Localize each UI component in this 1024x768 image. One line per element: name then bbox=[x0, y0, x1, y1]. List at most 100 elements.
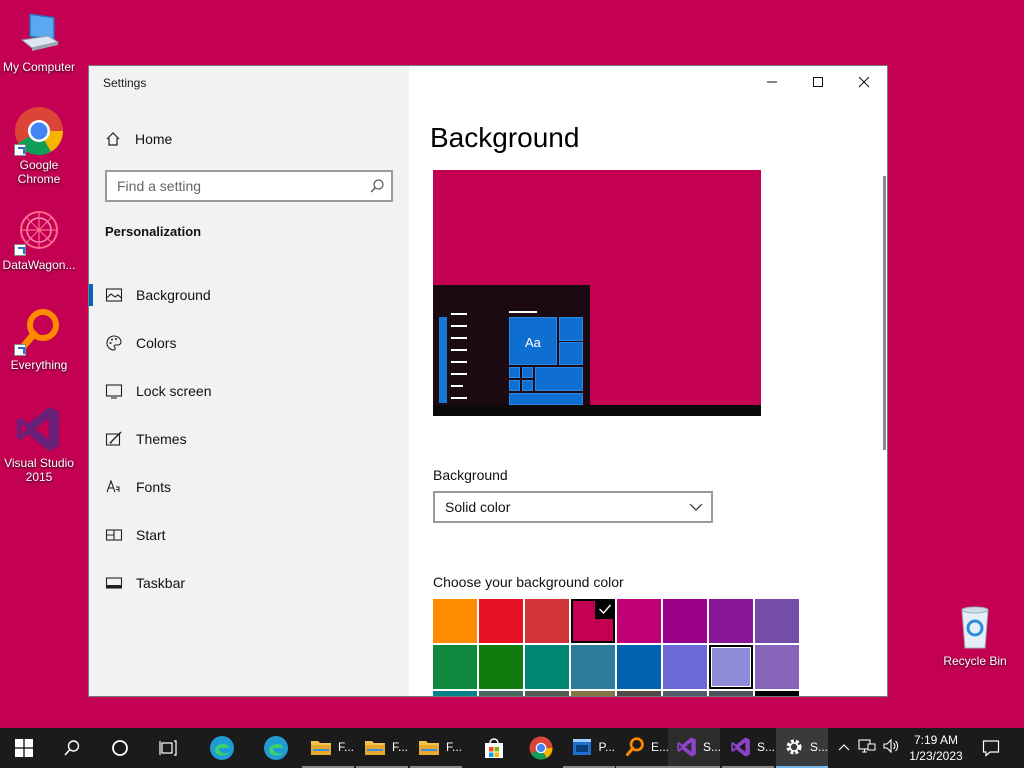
color-swatch[interactable] bbox=[663, 599, 707, 643]
desktop-icon-datawagon[interactable]: DataWagon... bbox=[0, 206, 78, 272]
cortana-icon bbox=[112, 740, 128, 756]
visual-studio-icon bbox=[14, 404, 64, 454]
color-swatch[interactable] bbox=[525, 691, 569, 696]
preview-tile bbox=[559, 342, 583, 365]
sidebar-item-themes[interactable]: Themes bbox=[89, 415, 409, 463]
taskbar-chrome[interactable] bbox=[517, 728, 565, 768]
preview-line bbox=[451, 313, 467, 315]
notification-icon bbox=[982, 740, 1000, 757]
taskbar-app-explorer-1[interactable]: F... bbox=[302, 728, 354, 768]
volume-icon[interactable] bbox=[882, 738, 904, 759]
taskbar-app-label: P... bbox=[598, 740, 615, 754]
preview-tile bbox=[509, 367, 520, 378]
sidebar-item-background[interactable]: Background bbox=[89, 271, 409, 319]
color-swatch[interactable] bbox=[617, 645, 661, 689]
color-swatch[interactable] bbox=[709, 599, 753, 643]
preview-line bbox=[451, 373, 467, 375]
color-swatch[interactable] bbox=[755, 645, 799, 689]
desktop-icon-label: Everything bbox=[10, 358, 68, 372]
preview-line bbox=[451, 397, 467, 399]
chrome-icon bbox=[529, 736, 553, 760]
cortana-button[interactable] bbox=[96, 728, 144, 768]
taskbar-clock[interactable]: 7:19 AM 1/23/2023 bbox=[904, 732, 968, 764]
network-icon[interactable] bbox=[858, 738, 882, 759]
sidebar-item-colors[interactable]: Colors bbox=[89, 319, 409, 367]
background-type-dropdown[interactable]: Solid color bbox=[433, 491, 713, 523]
powershell-icon bbox=[571, 735, 594, 759]
color-swatch[interactable] bbox=[433, 691, 477, 696]
chrome-icon bbox=[14, 106, 64, 156]
chevron-up-icon[interactable] bbox=[838, 739, 858, 757]
action-center-button[interactable] bbox=[968, 728, 1014, 768]
preview-taskbar bbox=[433, 405, 761, 416]
preview-tile bbox=[559, 317, 583, 341]
color-swatch[interactable] bbox=[479, 599, 523, 643]
color-swatch[interactable] bbox=[663, 645, 707, 689]
color-swatch[interactable] bbox=[709, 691, 753, 696]
color-swatch-grid bbox=[433, 599, 801, 696]
sidebar-item-start[interactable]: Start bbox=[89, 511, 409, 559]
home-icon bbox=[106, 132, 120, 146]
color-swatch[interactable] bbox=[525, 645, 569, 689]
color-swatch[interactable] bbox=[433, 645, 477, 689]
desktop-icon-label: DataWagon... bbox=[2, 258, 76, 272]
sidebar-item-fonts[interactable]: Fonts bbox=[89, 463, 409, 511]
color-swatch[interactable] bbox=[755, 599, 799, 643]
nav-home-label: Home bbox=[135, 131, 173, 147]
palette-icon bbox=[105, 334, 123, 352]
taskbar-edge-1[interactable] bbox=[198, 728, 246, 768]
color-swatch[interactable] bbox=[525, 599, 569, 643]
desktop-icon-recycle-bin[interactable]: Recycle Bin bbox=[936, 602, 1014, 668]
color-swatch[interactable] bbox=[571, 645, 615, 689]
preview-line bbox=[451, 361, 467, 363]
chevron-down-icon bbox=[689, 503, 703, 511]
color-swatch[interactable] bbox=[709, 645, 753, 689]
shortcut-arrow-icon bbox=[14, 244, 26, 256]
color-swatch[interactable] bbox=[433, 599, 477, 643]
sidebar-item-label: Lock screen bbox=[136, 383, 212, 399]
shortcut-arrow-icon bbox=[14, 144, 26, 156]
task-view-button[interactable] bbox=[144, 728, 192, 768]
taskbar-app-label: F... bbox=[337, 740, 354, 754]
color-swatch[interactable] bbox=[571, 599, 615, 643]
search-icon[interactable] bbox=[369, 178, 385, 194]
preview-line bbox=[451, 337, 467, 339]
search-input[interactable] bbox=[107, 172, 357, 200]
color-picker-label: Choose your background color bbox=[433, 574, 624, 590]
sidebar-item-label: Themes bbox=[136, 431, 187, 447]
desktop-icon-my-computer[interactable]: My Computer bbox=[0, 8, 78, 74]
color-swatch[interactable] bbox=[479, 691, 523, 696]
taskbar-store[interactable] bbox=[470, 728, 518, 768]
sidebar-item-taskbar[interactable]: Taskbar bbox=[89, 559, 409, 607]
taskbar-app-explorer-3[interactable]: F... bbox=[410, 728, 462, 768]
taskbar-app-visual-studio-1[interactable]: S... bbox=[668, 728, 721, 768]
desktop-icon-visual-studio[interactable]: Visual Studio 2015 bbox=[0, 404, 78, 484]
taskbar-app-everything[interactable]: E... bbox=[616, 728, 669, 768]
taskbar-app-visual-studio-2[interactable]: S... bbox=[722, 728, 775, 768]
color-swatch[interactable] bbox=[617, 599, 661, 643]
color-swatch[interactable] bbox=[571, 691, 615, 696]
desktop-icon-google-chrome[interactable]: Google Chrome bbox=[0, 106, 78, 186]
color-swatch[interactable] bbox=[479, 645, 523, 689]
scrollbar-thumb[interactable] bbox=[883, 176, 886, 450]
window-title: Settings bbox=[103, 76, 147, 90]
taskbar-app-powershell[interactable]: P... bbox=[563, 728, 615, 768]
recycle-bin-icon bbox=[950, 602, 1000, 652]
edge-icon bbox=[210, 736, 234, 760]
sidebar-item-lock-screen[interactable]: Lock screen bbox=[89, 367, 409, 415]
desktop-icon-everything[interactable]: Everything bbox=[0, 306, 78, 372]
taskbar-edge-2[interactable] bbox=[252, 728, 300, 768]
preview-tile bbox=[509, 380, 520, 391]
taskbar-app-label: S... bbox=[809, 740, 828, 754]
taskbar-icon bbox=[105, 574, 123, 592]
taskbar-app-settings[interactable]: S... bbox=[776, 728, 828, 768]
search-button[interactable] bbox=[48, 728, 96, 768]
taskbar-app-explorer-2[interactable]: F... bbox=[356, 728, 408, 768]
store-icon bbox=[485, 738, 503, 758]
color-swatch[interactable] bbox=[617, 691, 661, 696]
sidebar-item-label: Background bbox=[136, 287, 211, 303]
color-swatch[interactable] bbox=[755, 691, 799, 696]
color-swatch[interactable] bbox=[663, 691, 707, 696]
start-button[interactable] bbox=[0, 728, 48, 768]
nav-home[interactable]: Home bbox=[105, 128, 172, 150]
